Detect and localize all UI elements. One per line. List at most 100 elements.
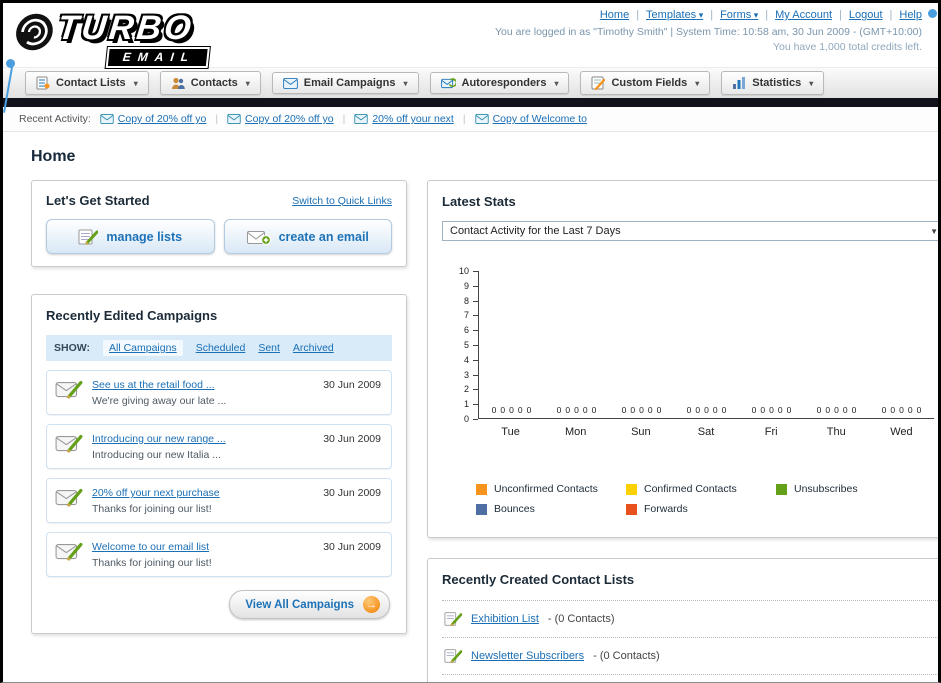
chart-value-label: 0: [786, 405, 792, 415]
view-all-campaigns-button[interactable]: View All Campaigns: [229, 590, 390, 619]
chart-value-label: 0: [686, 405, 692, 415]
legend-label: Forwards: [644, 503, 688, 515]
campaign-envelope-pencil-icon: [55, 488, 83, 507]
stats-period-dropdown[interactable]: Contact Activity for the Last 7 Days: [442, 221, 938, 241]
chart-value-label: 0: [509, 405, 514, 415]
contact-list-row[interactable]: Newsletter Subscribers - (0 Contacts): [442, 638, 938, 675]
chart-value-label: 0: [751, 405, 757, 415]
chart-value-label: 0: [500, 405, 506, 415]
manage-lists-button[interactable]: manage lists: [46, 219, 215, 254]
top-header: TURBO EMAIL Home Templates Forms My Acco…: [3, 3, 938, 113]
filter-all-campaigns[interactable]: All Campaigns: [102, 340, 183, 356]
chart-value-label: 0: [621, 405, 627, 415]
tab-statistics[interactable]: Statistics: [721, 71, 825, 95]
create-email-label: create an email: [278, 229, 369, 244]
y-axis-tick-label: 8: [463, 295, 469, 306]
chart-value-label: 0: [890, 405, 896, 415]
envelope-icon: [282, 77, 298, 89]
y-axis-tick-label: 4: [463, 354, 469, 365]
switch-quick-links-link[interactable]: Switch to Quick Links: [292, 195, 392, 207]
chart-x-axis-labels: Tue Mon Sun Sat Fri Thu Wed: [478, 426, 934, 438]
recent-activity-item[interactable]: 20% off your next: [354, 113, 454, 125]
campaign-row[interactable]: Welcome to our email list Thanks for joi…: [46, 532, 392, 577]
tab-custom-fields[interactable]: Custom Fields: [580, 71, 711, 95]
envelope-plus-icon: [246, 230, 271, 245]
chart-bar-group: 00000: [479, 271, 544, 418]
contact-lists-icon: [36, 76, 50, 90]
header-link-templates[interactable]: Templates: [646, 9, 703, 21]
campaign-row[interactable]: 20% off your next purchase Thanks for jo…: [46, 478, 392, 523]
chart-value-label: 0: [630, 405, 636, 415]
legend-entry: Confirmed Contacts: [626, 483, 776, 495]
chart-value-label: 0: [704, 405, 709, 415]
chart-bar-group: 00000: [869, 271, 934, 418]
chart-value-label: 0: [556, 405, 562, 415]
filter-scheduled[interactable]: Scheduled: [196, 342, 246, 354]
pencil-list-icon: [444, 612, 462, 627]
contact-list-link[interactable]: Newsletter Subscribers: [471, 650, 584, 662]
recent-activity-label: Recent Activity:: [19, 113, 91, 125]
chart-value-label: 0: [639, 405, 644, 415]
chart-bar-group: 00000: [609, 271, 674, 418]
logo-swirl-icon: [11, 11, 58, 58]
envelope-icon: [474, 114, 489, 124]
chart-value-label: 0: [851, 405, 857, 415]
filter-sent[interactable]: Sent: [258, 342, 280, 354]
create-email-button[interactable]: create an email: [223, 219, 392, 254]
filter-archived[interactable]: Archived: [293, 342, 334, 354]
legend-swatch: [776, 483, 787, 495]
campaign-subtitle: Thanks for joining our list!: [92, 503, 212, 515]
chart-value-label: 0: [907, 405, 913, 415]
header-link-my-account[interactable]: My Account: [775, 9, 832, 21]
chart-bar-group: 00000: [804, 271, 869, 418]
campaign-envelope-pencil-icon: [55, 380, 83, 399]
campaign-subtitle: We're giving away our late ...: [92, 395, 227, 407]
campaign-row[interactable]: Introducing our new range ... Introducin…: [46, 424, 392, 469]
recently-created-contact-lists-panel: Recently Created Contact Lists Exhibitio…: [427, 558, 938, 682]
separator: [765, 9, 768, 21]
latest-stats-title: Latest Stats: [442, 194, 516, 209]
contact-list-link[interactable]: Exhibition List: [471, 613, 539, 625]
chart-value-label: 0: [517, 405, 523, 415]
pencil-list-icon: [444, 649, 462, 664]
chart-value-label: 0: [825, 405, 831, 415]
chart-value-label: 0: [656, 405, 662, 415]
manage-lists-label: manage lists: [106, 229, 183, 244]
chart-value-label: 0: [899, 405, 904, 415]
header-link-help[interactable]: Help: [899, 9, 922, 21]
nav-divider-bar: [3, 98, 938, 107]
chart-value-label: 0: [647, 405, 653, 415]
main-nav-bar: Contact Lists Contacts Email Campaigns A…: [3, 67, 938, 98]
header-link-logout[interactable]: Logout: [849, 9, 883, 21]
recent-activity-item[interactable]: Copy of 20% off yo: [227, 113, 334, 125]
chart-value-label: 0: [769, 405, 774, 415]
tab-email-campaigns[interactable]: Email Campaigns: [271, 72, 419, 94]
chart-bar-group: 00000: [739, 271, 804, 418]
credits-text: You have 1,000 total credits left.: [772, 41, 922, 53]
chart-value-label: 0: [721, 405, 727, 415]
legend-entry: Forwards: [626, 503, 776, 515]
tab-contact-lists[interactable]: Contact Lists: [25, 71, 149, 95]
header-link-home[interactable]: Home: [600, 9, 629, 21]
recent-activity-item[interactable]: Copy of Welcome to: [474, 113, 587, 125]
recent-activity-item[interactable]: Copy of 20% off yo: [100, 113, 206, 125]
stats-period-value: Contact Activity for the Last 7 Days: [450, 225, 621, 237]
header-link-forms[interactable]: Forms: [720, 9, 758, 21]
tab-autoresponders[interactable]: Autoresponders: [429, 72, 570, 94]
chart-bar-group: 00000: [544, 271, 609, 418]
legend-entry: Bounces: [476, 503, 626, 515]
x-axis-label: Sat: [697, 426, 715, 438]
app-window: TURBO EMAIL Home Templates Forms My Acco…: [0, 0, 941, 683]
show-label: SHOW:: [54, 342, 90, 354]
y-axis-tick-label: 7: [463, 310, 469, 321]
contact-list-row[interactable]: Exhibition List - (0 Contacts): [442, 601, 938, 638]
tab-contacts[interactable]: Contacts: [159, 71, 261, 95]
envelope-icon: [354, 114, 368, 124]
campaign-date: 30 Jun 2009: [323, 541, 381, 553]
main-content: Home Let's Get Started Switch to Quick L…: [3, 132, 938, 682]
chart-bar-group: 00000: [674, 271, 739, 418]
y-axis-tick-label: 5: [463, 340, 469, 350]
envelope-icon: [227, 114, 241, 124]
campaign-date: 30 Jun 2009: [323, 487, 381, 499]
campaign-row[interactable]: See us at the retail food ... We're givi…: [46, 370, 392, 415]
